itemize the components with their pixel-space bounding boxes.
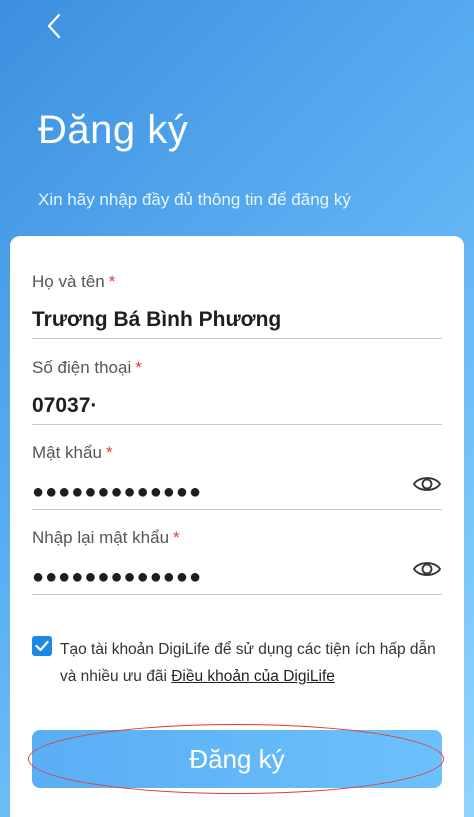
chevron-left-icon (47, 13, 61, 39)
page-title: Đăng ký (38, 108, 189, 152)
eye-icon[interactable] (412, 558, 442, 580)
full-name-input[interactable]: Trương Bá Bình Phương (32, 308, 442, 336)
required-mark: * (135, 358, 142, 377)
terms-text: Tạo tài khoản DigiLife để sử dụng các ti… (60, 641, 436, 685)
password-label: Mật khẩu * (32, 443, 113, 462)
confirm-password-input[interactable]: ●●●●●●●●●●●●● (32, 566, 442, 592)
full-name-label: Họ và tên * (32, 272, 116, 291)
required-mark: * (105, 443, 113, 462)
terms-checkbox[interactable] (32, 636, 52, 656)
phone-label: Số điện thoại * (32, 358, 142, 377)
terms-link[interactable]: Điều khoản của DigiLife (171, 668, 335, 685)
confirm-password-label: Nhập lại mật khẩu * (32, 528, 180, 547)
required-mark: * (108, 272, 116, 291)
confirm-password-field[interactable]: Nhập lại mật khẩu * ●●●●●●●●●●●●● (32, 528, 442, 595)
password-field[interactable]: Mật khẩu * ●●●●●●●●●●●●● (32, 443, 442, 510)
page-subtitle: Xin hãy nhập đầy đủ thông tin để đăng ký (38, 190, 351, 209)
phone-field[interactable]: Số điện thoại * 07037· (32, 358, 442, 425)
checkmark-icon (35, 640, 49, 652)
password-input[interactable]: ●●●●●●●●●●●●● (32, 481, 442, 507)
full-name-field[interactable]: Họ và tên * Trương Bá Bình Phương (32, 272, 442, 339)
required-mark: * (173, 528, 180, 547)
back-button[interactable] (36, 8, 72, 44)
eye-icon[interactable] (412, 473, 442, 495)
phone-input[interactable]: 07037· (32, 394, 442, 422)
register-button[interactable]: Đăng ký (32, 730, 442, 788)
